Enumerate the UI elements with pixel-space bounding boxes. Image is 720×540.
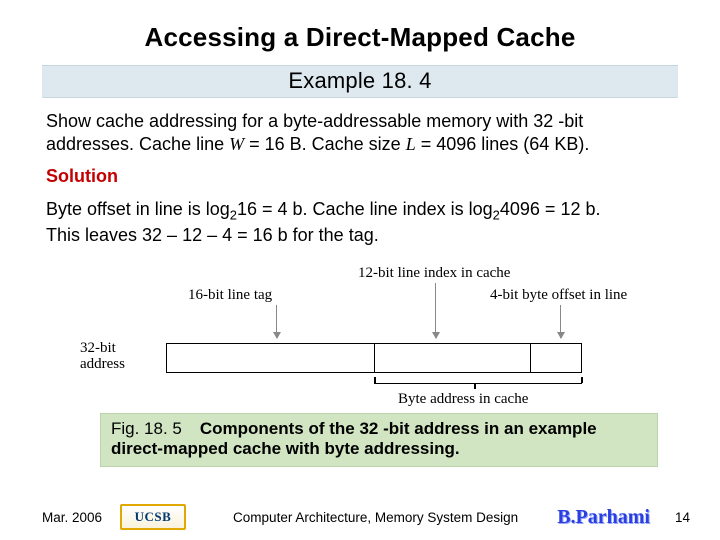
solution-label: Solution: [46, 165, 674, 188]
sol-1c: 4096 = 12 b.: [500, 199, 601, 219]
footer-author: B.Parhami: [557, 506, 650, 529]
var-w: W: [229, 134, 244, 154]
address-diagram: 16-bit line tag 12-bit line index in cac…: [80, 257, 640, 412]
arrow-offset: [560, 305, 561, 338]
footer-center: Computer Architecture, Memory System Des…: [214, 510, 557, 525]
var-l: L: [406, 134, 416, 154]
solution-text: Byte offset in line is log216 = 4 b. Cac…: [46, 198, 674, 247]
footer: Mar. 2006 UCSB Computer Architecture, Me…: [0, 502, 720, 532]
figure-caption: Fig. 18. 5Components of the 32 -bit addr…: [100, 413, 658, 467]
index-label: 12-bit line index in cache: [358, 265, 510, 282]
example-heading: Example 18. 4: [42, 65, 678, 98]
addr-bits-1: 32-bit: [80, 340, 116, 356]
field-index: [374, 343, 530, 373]
problem-l2c: = 4096 lines (64 KB).: [416, 134, 590, 154]
problem-l2a: addresses. Cache line: [46, 134, 229, 154]
addr-bits-2: address: [80, 356, 125, 372]
footer-page: 14: [664, 510, 690, 525]
ucsb-logo: UCSB: [120, 504, 186, 530]
sol-1a: Byte offset in line is log: [46, 199, 230, 219]
problem-statement: Show cache addressing for a byte-address…: [46, 110, 674, 155]
sol-sub2: 2: [493, 208, 500, 223]
figure-number: Fig. 18. 5: [111, 419, 200, 438]
footer-date: Mar. 2006: [42, 510, 120, 525]
offset-label: 4-bit byte offset in line: [490, 287, 627, 304]
slide: Accessing a Direct-Mapped Cache Example …: [0, 0, 720, 540]
field-offset: [530, 343, 582, 373]
sol-1b: 16 = 4 b. Cache line index is log: [237, 199, 493, 219]
problem-l2b: = 16 B. Cache size: [244, 134, 406, 154]
address-fields: [166, 343, 582, 373]
body-text: Show cache addressing for a byte-address…: [42, 98, 678, 247]
field-tag: [166, 343, 374, 373]
tag-label: 16-bit line tag: [188, 287, 272, 304]
addr-bits-label: 32-bit address: [80, 340, 125, 373]
sol-2: This leaves 32 – 12 – 4 = 16 b for the t…: [46, 225, 379, 245]
arrow-tag: [276, 305, 277, 338]
problem-l1: Show cache addressing for a byte-address…: [46, 111, 583, 131]
page-title: Accessing a Direct-Mapped Cache: [42, 22, 678, 53]
brace-label: Byte address in cache: [398, 391, 528, 408]
arrow-index: [435, 283, 436, 338]
sol-sub1: 2: [230, 208, 237, 223]
